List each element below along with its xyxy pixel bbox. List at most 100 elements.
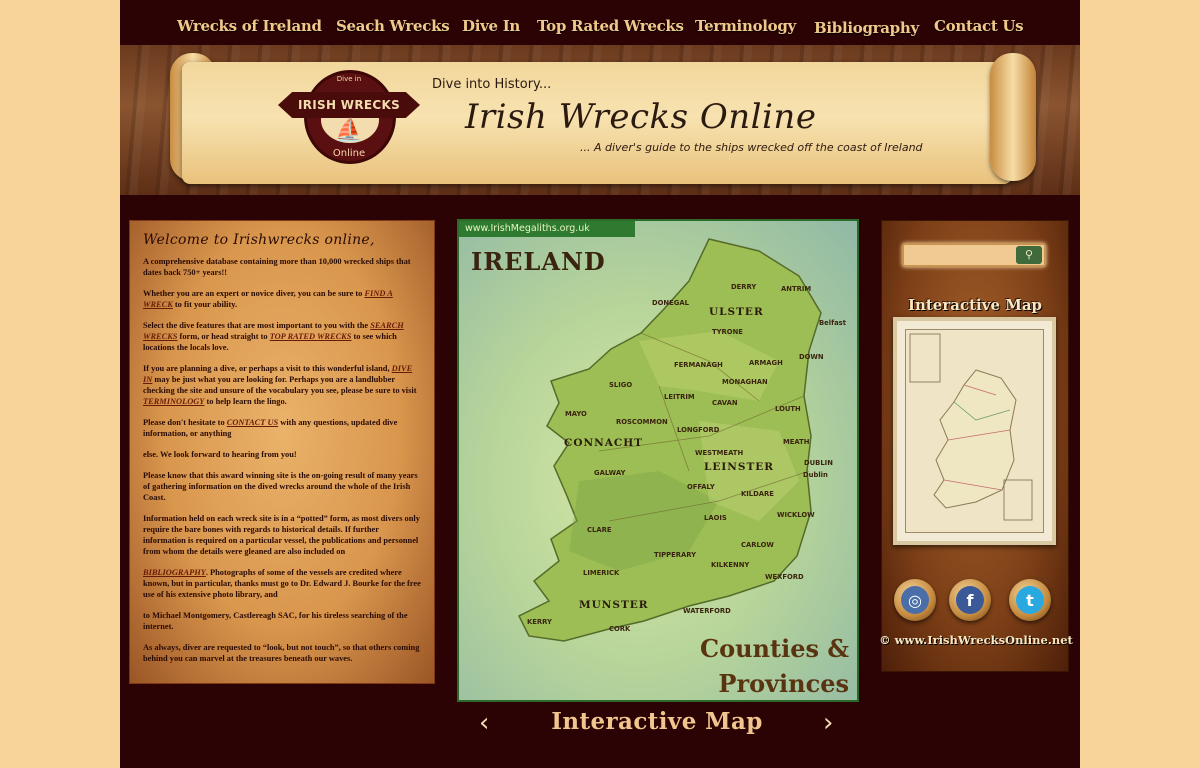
- scroll-roll-right: [990, 53, 1036, 181]
- page-frame: Wrecks of Ireland Seach Wrecks Dive In T…: [120, 0, 1080, 768]
- welcome-paragraph: Please don't hesitate to CONTACT US with…: [143, 417, 422, 439]
- county-label[interactable]: KERRY: [527, 618, 552, 626]
- welcome-paragraph: BIBLIOGRAPHY. Photographs of some of the…: [143, 567, 422, 600]
- banner-tagline: Dive into History...: [432, 77, 552, 92]
- welcome-text: may be just what you are looking for. Pe…: [143, 375, 417, 395]
- welcome-paragraph: to Michael Montgomery, Castlereagh SAC, …: [143, 611, 408, 631]
- interactive-map-thumbnail[interactable]: [893, 317, 1056, 545]
- welcome-text: Select the dive features that are most i…: [143, 321, 371, 330]
- county-label[interactable]: LAOIS: [704, 514, 727, 522]
- welcome-panel: Welcome to Irishwrecks online, A compreh…: [129, 220, 435, 684]
- site-subtitle: ... A diver's guide to the ships wrecked…: [580, 141, 923, 154]
- county-label[interactable]: WICKLOW: [777, 511, 815, 519]
- map-carousel-controls: ‹ Interactive Map ›: [457, 705, 859, 745]
- sidebar-map-title: Interactive Map: [907, 296, 1043, 314]
- county-label[interactable]: LIMERICK: [583, 569, 619, 577]
- welcome-paragraph: Please know that this award winning site…: [143, 471, 418, 502]
- county-label[interactable]: TIPPERARY: [654, 551, 696, 559]
- county-label[interactable]: WATERFORD: [683, 607, 731, 615]
- welcome-text: to help learn the lingo.: [204, 397, 287, 406]
- county-label[interactable]: LEITRIM: [664, 393, 695, 401]
- nav-top-rated-wrecks[interactable]: Top Rated Wrecks: [537, 17, 684, 35]
- instagram-glyph: ◎: [901, 586, 929, 614]
- county-label[interactable]: ANTRIM: [781, 285, 811, 293]
- antique-map-frame: [905, 329, 1044, 533]
- nav-search-wrecks[interactable]: Seach Wrecks: [336, 17, 450, 35]
- welcome-text: Please don't hesitate to: [143, 418, 227, 427]
- county-label[interactable]: CORK: [609, 625, 630, 633]
- map-source-tag: www.IrishMegaliths.org.uk: [459, 221, 635, 237]
- ireland-landmass: [517, 238, 822, 642]
- county-label[interactable]: ROSCOMMON: [616, 418, 668, 426]
- county-label[interactable]: WESTMEATH: [695, 449, 743, 457]
- nav-bibliography[interactable]: Bibliography: [814, 19, 919, 37]
- facebook-glyph: f: [956, 586, 984, 614]
- county-label[interactable]: Belfast: [819, 319, 846, 327]
- county-label[interactable]: MAYO: [565, 410, 587, 418]
- welcome-text: If you are planning a dive, or perhaps a…: [143, 364, 392, 373]
- logo-ribbon: IRISH WRECKS: [278, 92, 420, 118]
- county-label[interactable]: CARLOW: [741, 541, 774, 549]
- county-label[interactable]: Dublin: [803, 471, 828, 479]
- county-label[interactable]: LONGFORD: [677, 426, 719, 434]
- header-banner: Dive in IRISH WRECKS ⛵ Online Dive into …: [120, 45, 1080, 195]
- welcome-paragraph: If you are planning a dive, or perhaps a…: [143, 363, 422, 407]
- link-top-rated-wrecks[interactable]: TOP RATED WRECKS: [270, 332, 352, 341]
- facebook-icon[interactable]: f: [949, 579, 991, 621]
- instagram-icon[interactable]: ◎: [894, 579, 936, 621]
- map-title: IRELAND: [471, 247, 606, 276]
- map-caption-line1: Counties &: [699, 634, 849, 663]
- nav-terminology[interactable]: Terminology: [695, 17, 796, 35]
- county-label[interactable]: DONEGAL: [652, 299, 689, 307]
- right-sidebar: ⚲ Interactive Map ◎ f t © www.IrishWreck…: [879, 220, 1073, 672]
- county-label[interactable]: ARMAGH: [749, 359, 783, 367]
- welcome-paragraph: Whether you are an expert or novice dive…: [143, 288, 422, 310]
- welcome-text: Whether you are an expert or novice dive…: [143, 289, 365, 298]
- site-logo[interactable]: Dive in IRISH WRECKS ⛵ Online: [278, 70, 420, 164]
- copyright-text: © www.IrishWrecksOnline.net: [879, 633, 1073, 647]
- nav-contact-us[interactable]: Contact Us: [934, 17, 1024, 35]
- link-bibliography[interactable]: BIBLIOGRAPHY: [143, 568, 206, 577]
- twitter-icon[interactable]: t: [1009, 579, 1051, 621]
- welcome-paragraph: Select the dive features that are most i…: [143, 320, 422, 353]
- site-title: Irish Wrecks Online: [465, 97, 817, 137]
- county-label[interactable]: TYRONE: [712, 328, 743, 336]
- county-label[interactable]: KILDARE: [741, 490, 774, 498]
- welcome-paragraph: As always, diver are requested to “look,…: [143, 643, 420, 663]
- province-label: CONNACHT: [564, 437, 643, 449]
- county-label[interactable]: MEATH: [783, 438, 809, 446]
- county-label[interactable]: OFFALY: [687, 483, 715, 491]
- search-icon[interactable]: ⚲: [1016, 246, 1042, 264]
- welcome-paragraph: Information held on each wreck site is i…: [143, 514, 420, 556]
- search-input[interactable]: [906, 247, 1014, 263]
- welcome-text: A comprehensive database containing more…: [143, 257, 411, 277]
- twitter-glyph: t: [1016, 586, 1044, 614]
- link-contact-us[interactable]: CONTACT US: [227, 418, 278, 427]
- map-nav-title[interactable]: Interactive Map: [547, 708, 767, 735]
- county-label[interactable]: CLARE: [587, 526, 611, 534]
- map-caption-line2: Provinces: [718, 669, 849, 698]
- nav-wrecks-of-ireland[interactable]: Wrecks of Ireland: [177, 17, 322, 35]
- welcome-paragraph: A comprehensive database containing more…: [143, 256, 422, 278]
- county-label[interactable]: DUBLIN: [804, 459, 833, 467]
- search-box: ⚲: [902, 243, 1046, 267]
- county-label[interactable]: WEXFORD: [765, 573, 804, 581]
- county-label[interactable]: FERMANAGH: [674, 361, 723, 369]
- county-label[interactable]: CAVAN: [712, 399, 738, 407]
- logo-bottom-text: Online: [332, 148, 366, 159]
- link-terminology[interactable]: TERMINOLOGY: [143, 397, 204, 406]
- welcome-text: to fit your ability.: [172, 300, 238, 309]
- chevron-right-icon[interactable]: ›: [823, 708, 833, 738]
- county-label[interactable]: LOUTH: [775, 405, 801, 413]
- chevron-left-icon[interactable]: ‹: [479, 708, 489, 738]
- county-label[interactable]: KILKENNY: [711, 561, 749, 569]
- county-label[interactable]: GALWAY: [594, 469, 625, 477]
- nav-dive-in[interactable]: Dive In: [462, 17, 520, 35]
- ireland-counties-map[interactable]: www.IrishMegaliths.org.uk IRELAND ULSTER…: [457, 219, 859, 702]
- county-label[interactable]: MONAGHAN: [722, 378, 768, 386]
- county-label[interactable]: DOWN: [799, 353, 824, 361]
- logo-main-text: IRISH WRECKS: [297, 98, 401, 112]
- welcome-paragraph: else. We look forward to hearing from yo…: [143, 450, 297, 459]
- county-label[interactable]: DERRY: [731, 283, 756, 291]
- county-label[interactable]: SLIGO: [609, 381, 632, 389]
